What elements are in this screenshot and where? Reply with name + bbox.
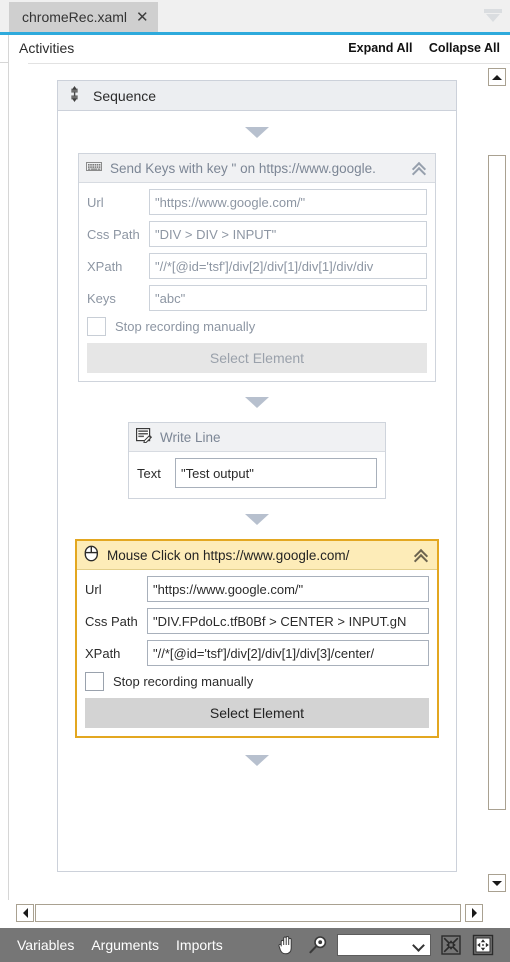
tab-chromerec-xaml[interactable]: chromeRec.xaml ✕ [9, 2, 158, 32]
scroll-down-icon[interactable] [488, 874, 506, 892]
scroll-up-icon[interactable] [488, 68, 506, 86]
tab-label: chromeRec.xaml [22, 9, 128, 25]
connector-arrow-4 [58, 738, 456, 782]
collapse-all-button[interactable]: Collapse All [429, 41, 500, 55]
field-row-css-path: Css Path "DIV > DIV > INPUT" [87, 221, 427, 247]
activity-title: Write Line [160, 429, 221, 445]
activity-header[interactable]: Mouse Click on https://www.google.com/ [77, 541, 437, 570]
stop-recording-row: Stop recording manually [85, 672, 429, 691]
activity-body: Url "https://www.google.com/" Css Path "… [79, 183, 435, 381]
sequence-icon [66, 85, 84, 106]
activity-header[interactable]: Write Line [129, 423, 385, 452]
activity-title: Mouse Click on https://www.google.com/ [107, 547, 350, 563]
css-path-field[interactable]: "DIV > DIV > INPUT" [149, 221, 427, 247]
left-gutter [0, 0, 9, 900]
connector-arrow-3 [58, 499, 456, 539]
magnifier-zoom-icon[interactable] [305, 932, 331, 958]
select-element-button[interactable]: Select Element [87, 343, 427, 373]
fit-to-screen-icon[interactable] [438, 932, 464, 958]
chevron-down-icon [412, 939, 425, 952]
field-row-keys: Keys "abc" [87, 285, 427, 311]
tab-overflow-icon[interactable] [484, 9, 502, 23]
stop-recording-label: Stop recording manually [115, 319, 256, 334]
chevron-up-icon[interactable] [413, 548, 431, 568]
connector-arrow-2 [58, 382, 456, 422]
activity-send-keys[interactable]: Send Keys with key " on https://www.goog… [78, 153, 436, 382]
url-field[interactable]: "https://www.google.com/" [149, 189, 427, 215]
sequence-body: Send Keys with key " on https://www.goog… [58, 111, 456, 871]
sequence-container[interactable]: Sequence Send Keys with key " on https:/… [57, 80, 457, 872]
vertical-scrollbar-thumb[interactable] [488, 155, 506, 810]
activity-body: Text "Test output" [129, 452, 385, 498]
field-row-xpath: XPath "//*[@id='tsf']/div[2]/div[1]/div[… [87, 253, 427, 279]
mouse-icon [84, 545, 99, 565]
field-label: Css Path [85, 613, 138, 629]
field-label: Keys [87, 290, 116, 306]
sequence-name: Sequence [93, 87, 157, 104]
tab-bar: chromeRec.xaml ✕ [0, 0, 510, 34]
stop-recording-checkbox[interactable] [87, 317, 106, 336]
variables-button[interactable]: Variables [17, 937, 74, 953]
vertical-scrollbar[interactable] [484, 64, 510, 896]
keys-field[interactable]: "abc" [149, 285, 427, 311]
keyboard-icon [86, 160, 102, 176]
stop-recording-label: Stop recording manually [113, 674, 254, 689]
status-bar-tools [273, 932, 502, 958]
activity-mouse-click[interactable]: Mouse Click on https://www.google.com/ U… [75, 539, 439, 738]
horizontal-scrollbar[interactable] [9, 900, 510, 926]
page-title: Activities [19, 40, 75, 56]
arguments-button[interactable]: Arguments [91, 937, 159, 953]
text-field[interactable]: "Test output" [175, 458, 377, 488]
field-label: Text [137, 465, 161, 481]
field-row-text: Text "Test output" [137, 458, 377, 488]
header-actions: Expand All Collapse All [335, 41, 500, 55]
connector-arrow-1 [58, 111, 456, 153]
scroll-right-icon[interactable] [465, 904, 483, 922]
xpath-field[interactable]: "//*[@id='tsf']/div[2]/div[1]/div[3]/cen… [147, 640, 429, 666]
field-label: Url [85, 581, 102, 597]
field-row-url: Url "https://www.google.com/" [85, 576, 429, 602]
field-label: Url [87, 194, 104, 210]
zoom-level-value [338, 934, 342, 950]
horizontal-scrollbar-thumb[interactable] [35, 904, 461, 922]
url-field[interactable]: "https://www.google.com/" [147, 576, 429, 602]
zoom-level-select[interactable] [337, 934, 431, 956]
close-icon[interactable]: ✕ [136, 9, 149, 25]
css-path-field[interactable]: "DIV.FPdoLc.tfB0Bf > CENTER > INPUT.gN [147, 608, 429, 634]
activity-header[interactable]: Send Keys with key " on https://www.goog… [79, 154, 435, 183]
hand-pan-icon[interactable] [273, 932, 299, 958]
scroll-left-icon[interactable] [16, 904, 34, 922]
imports-button[interactable]: Imports [176, 937, 223, 953]
workflow-canvas[interactable]: Sequence Send Keys with key " on https:/… [9, 64, 483, 896]
field-row-xpath: XPath "//*[@id='tsf']/div[2]/div[1]/div[… [85, 640, 429, 666]
stop-recording-checkbox[interactable] [85, 672, 104, 691]
workflow-designer: chromeRec.xaml ✕ Activities Expand All C… [0, 0, 510, 962]
field-label: Css Path [87, 226, 140, 242]
activity-body: Url "https://www.google.com/" Css Path "… [77, 570, 437, 736]
field-label: XPath [87, 258, 123, 274]
xpath-field[interactable]: "//*[@id='tsf']/div[2]/div[1]/div[1]/div… [149, 253, 427, 279]
expand-all-button[interactable]: Expand All [348, 41, 412, 55]
activity-title: Send Keys with key " on https://www.goog… [110, 160, 376, 176]
designer-header: Activities Expand All Collapse All [9, 35, 510, 63]
write-line-icon [136, 428, 153, 446]
field-row-url: Url "https://www.google.com/" [87, 189, 427, 215]
activity-write-line[interactable]: Write Line Text "Test output" [128, 422, 386, 499]
chevron-up-icon[interactable] [411, 161, 429, 181]
overview-icon[interactable] [470, 932, 496, 958]
sequence-header[interactable]: Sequence [58, 81, 456, 111]
stop-recording-row: Stop recording manually [87, 317, 427, 336]
field-label: XPath [85, 645, 121, 661]
status-bar: Variables Arguments Imports [0, 928, 510, 962]
field-row-css-path: Css Path "DIV.FPdoLc.tfB0Bf > CENTER > I… [85, 608, 429, 634]
select-element-button[interactable]: Select Element [85, 698, 429, 728]
